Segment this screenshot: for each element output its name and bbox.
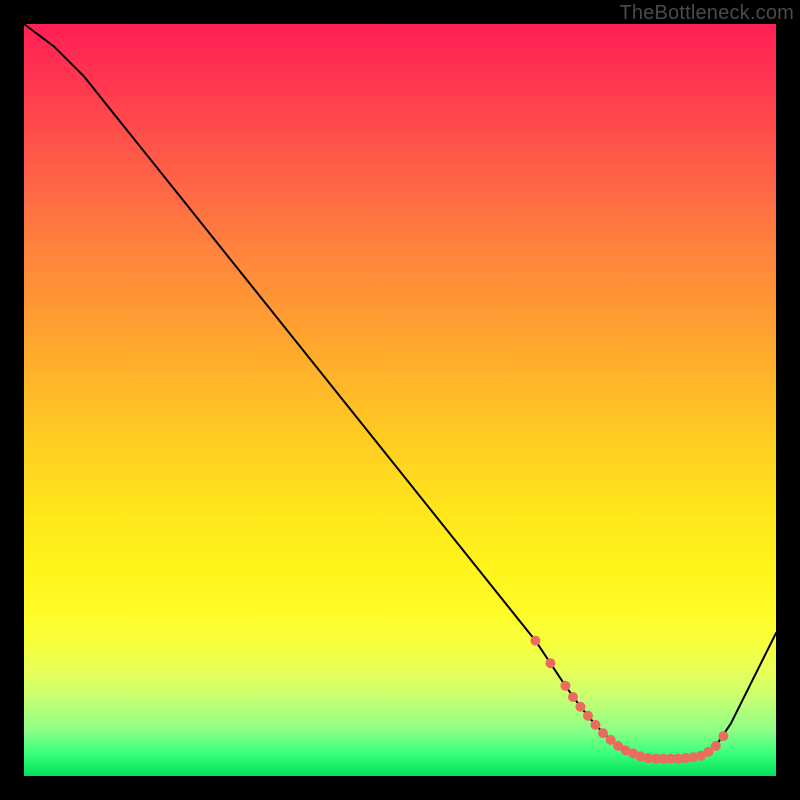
watermark-text: TheBottleneck.com — [619, 2, 794, 25]
bottleneck-curve — [24, 24, 776, 759]
chart-frame: TheBottleneck.com — [0, 0, 800, 800]
chart-svg — [24, 24, 776, 776]
marker-dot — [598, 728, 608, 738]
marker-dot — [711, 741, 721, 751]
marker-dot — [576, 702, 586, 712]
marker-dot — [560, 681, 570, 691]
marker-group — [530, 636, 728, 764]
marker-dot — [568, 692, 578, 702]
plot-area — [24, 24, 776, 776]
marker-dot — [583, 711, 593, 721]
marker-dot — [591, 720, 601, 730]
marker-dot — [530, 636, 540, 646]
marker-dot — [545, 658, 555, 668]
marker-dot — [718, 731, 728, 741]
